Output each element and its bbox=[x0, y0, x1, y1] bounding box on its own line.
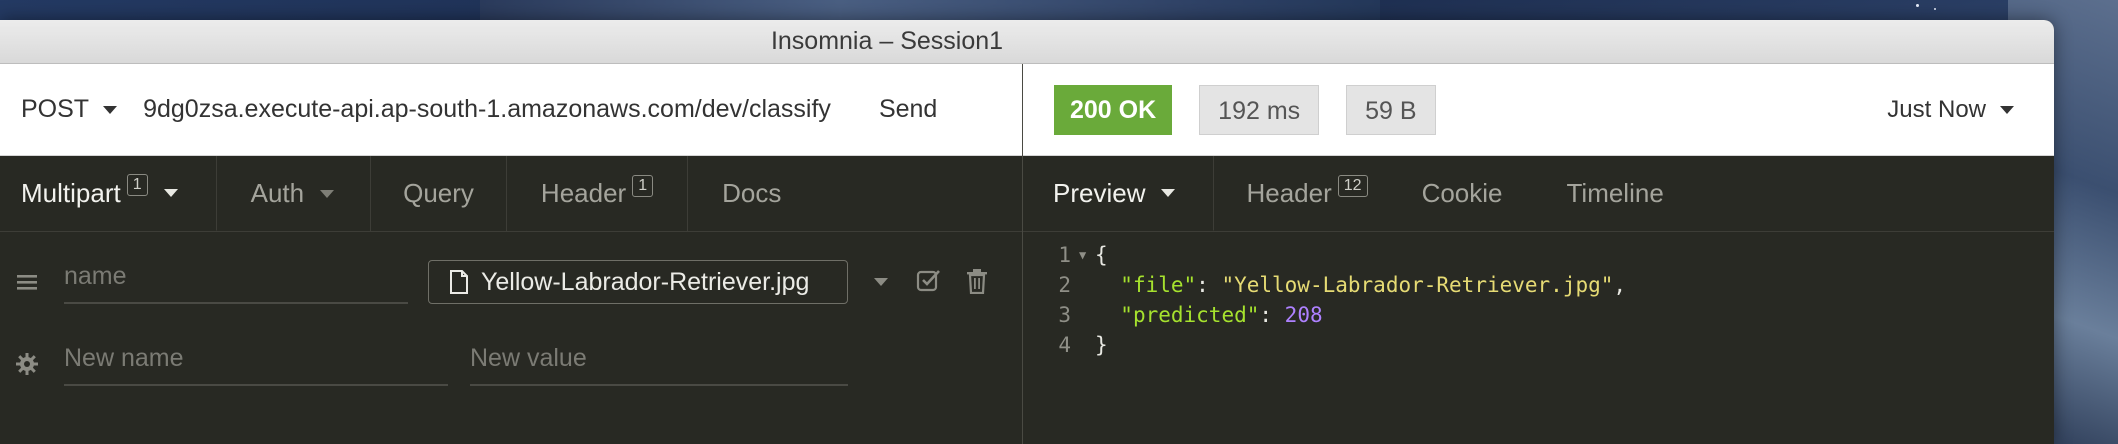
history-label: Just Now bbox=[1887, 95, 1986, 123]
tab-preview[interactable]: Preview bbox=[1023, 156, 1215, 231]
name-field[interactable]: name bbox=[64, 254, 408, 304]
count-badge: 12 bbox=[1337, 174, 1368, 197]
tab-docs[interactable]: Docs bbox=[688, 156, 803, 231]
response-size-badge: 59 B bbox=[1346, 84, 1436, 135]
count-badge: 1 bbox=[632, 174, 654, 197]
json-number: 208 bbox=[1284, 303, 1323, 327]
file-icon bbox=[450, 270, 468, 294]
code-line: 2 "file": "Yellow-Labrador-Retriever.jpg… bbox=[1023, 270, 1626, 300]
history-dropdown[interactable]: Just Now bbox=[1887, 96, 2014, 124]
tab-header[interactable]: Header 1 bbox=[507, 156, 689, 231]
gear-icon[interactable] bbox=[15, 352, 39, 376]
response-time-badge: 192 ms bbox=[1199, 84, 1320, 135]
chevron-down-icon bbox=[103, 105, 118, 114]
tab-label: Auth bbox=[250, 178, 305, 208]
method-label: POST bbox=[21, 95, 90, 123]
json-close-brace: } bbox=[1095, 333, 1108, 357]
tab-auth[interactable]: Auth bbox=[217, 156, 372, 231]
tab-label: Preview bbox=[1053, 177, 1146, 208]
tab-label: Timeline bbox=[1566, 178, 1664, 208]
code-line: 1 ▼ { bbox=[1023, 240, 1108, 270]
trash-icon[interactable] bbox=[966, 268, 988, 294]
chevron-down-icon[interactable] bbox=[874, 278, 888, 286]
chevron-down-icon bbox=[320, 189, 335, 198]
code-line: 4 } bbox=[1023, 330, 1108, 360]
tab-label: Header bbox=[540, 178, 627, 208]
new-name-field[interactable]: New name bbox=[64, 336, 448, 386]
tab-label: Query bbox=[403, 178, 474, 208]
new-value-field[interactable]: New value bbox=[470, 336, 848, 386]
form-row: name Yellow-Labrador-Retriever.jpg bbox=[0, 254, 1022, 314]
checkbox-icon[interactable] bbox=[916, 268, 942, 294]
tab-label: Multipart bbox=[21, 177, 121, 208]
file-name: Yellow-Labrador-Retriever.jpg bbox=[481, 267, 810, 296]
window-title: Insomnia – Session1 bbox=[770, 27, 1004, 55]
response-pane: 200 OK 192 ms 59 B Just Now Preview Head… bbox=[1023, 64, 2054, 444]
title-bar[interactable]: Insomnia – Session1 bbox=[0, 20, 2054, 64]
tab-label: Cookie bbox=[1421, 178, 1503, 208]
line-number: 2 bbox=[1058, 273, 1071, 297]
url-bar: POST 9dg0zsa.execute-api.ap-south-1.amaz… bbox=[0, 64, 1022, 156]
line-number: 4 bbox=[1058, 333, 1071, 357]
form-row-new: New name New value bbox=[0, 336, 1022, 396]
url-input[interactable]: 9dg0zsa.execute-api.ap-south-1.amazonaws… bbox=[143, 95, 831, 124]
tab-label: Header bbox=[1246, 178, 1332, 208]
status-badge: 200 OK bbox=[1054, 84, 1173, 135]
send-button[interactable]: Send bbox=[879, 95, 937, 124]
tab-multipart[interactable]: Multipart 1 bbox=[0, 156, 217, 231]
chevron-down-icon bbox=[2000, 105, 2014, 114]
line-number: 1 bbox=[1058, 243, 1071, 267]
response-tabs: Preview Header 12 Cookie Timeline bbox=[1023, 156, 2054, 232]
json-key: "predicted" bbox=[1120, 303, 1260, 327]
count-badge: 1 bbox=[126, 174, 148, 196]
drag-handle-icon[interactable] bbox=[15, 270, 39, 294]
tab-cookie[interactable]: Cookie bbox=[1398, 156, 1541, 231]
chevron-down-icon bbox=[1161, 189, 1176, 197]
json-open-brace: { bbox=[1095, 243, 1108, 267]
fold-arrow-icon[interactable]: ▼ bbox=[1075, 248, 1095, 262]
method-dropdown[interactable]: POST bbox=[21, 95, 118, 124]
json-string: "Yellow-Labrador-Retriever.jpg" bbox=[1221, 273, 1614, 297]
tab-timeline[interactable]: Timeline bbox=[1541, 156, 1686, 231]
file-select-button[interactable]: Yellow-Labrador-Retriever.jpg bbox=[428, 260, 848, 304]
star bbox=[1934, 8, 1936, 10]
response-status-bar: 200 OK 192 ms 59 B Just Now bbox=[1023, 64, 2054, 156]
star bbox=[1916, 4, 1919, 7]
json-key: "file" bbox=[1120, 273, 1197, 297]
app-window: Insomnia – Session1 POST 9dg0zsa.execute… bbox=[0, 20, 2054, 444]
chevron-down-icon bbox=[163, 189, 178, 197]
code-line: 3 "predicted": 208 bbox=[1023, 300, 1323, 330]
tab-query[interactable]: Query bbox=[371, 156, 507, 231]
line-number: 3 bbox=[1058, 303, 1071, 327]
request-pane: POST 9dg0zsa.execute-api.ap-south-1.amaz… bbox=[0, 64, 1022, 444]
tab-label: Docs bbox=[722, 178, 782, 208]
tab-response-header[interactable]: Header 12 bbox=[1214, 156, 1397, 231]
request-tabs: Multipart 1 Auth Query Header 1 Docs bbox=[0, 156, 1022, 232]
